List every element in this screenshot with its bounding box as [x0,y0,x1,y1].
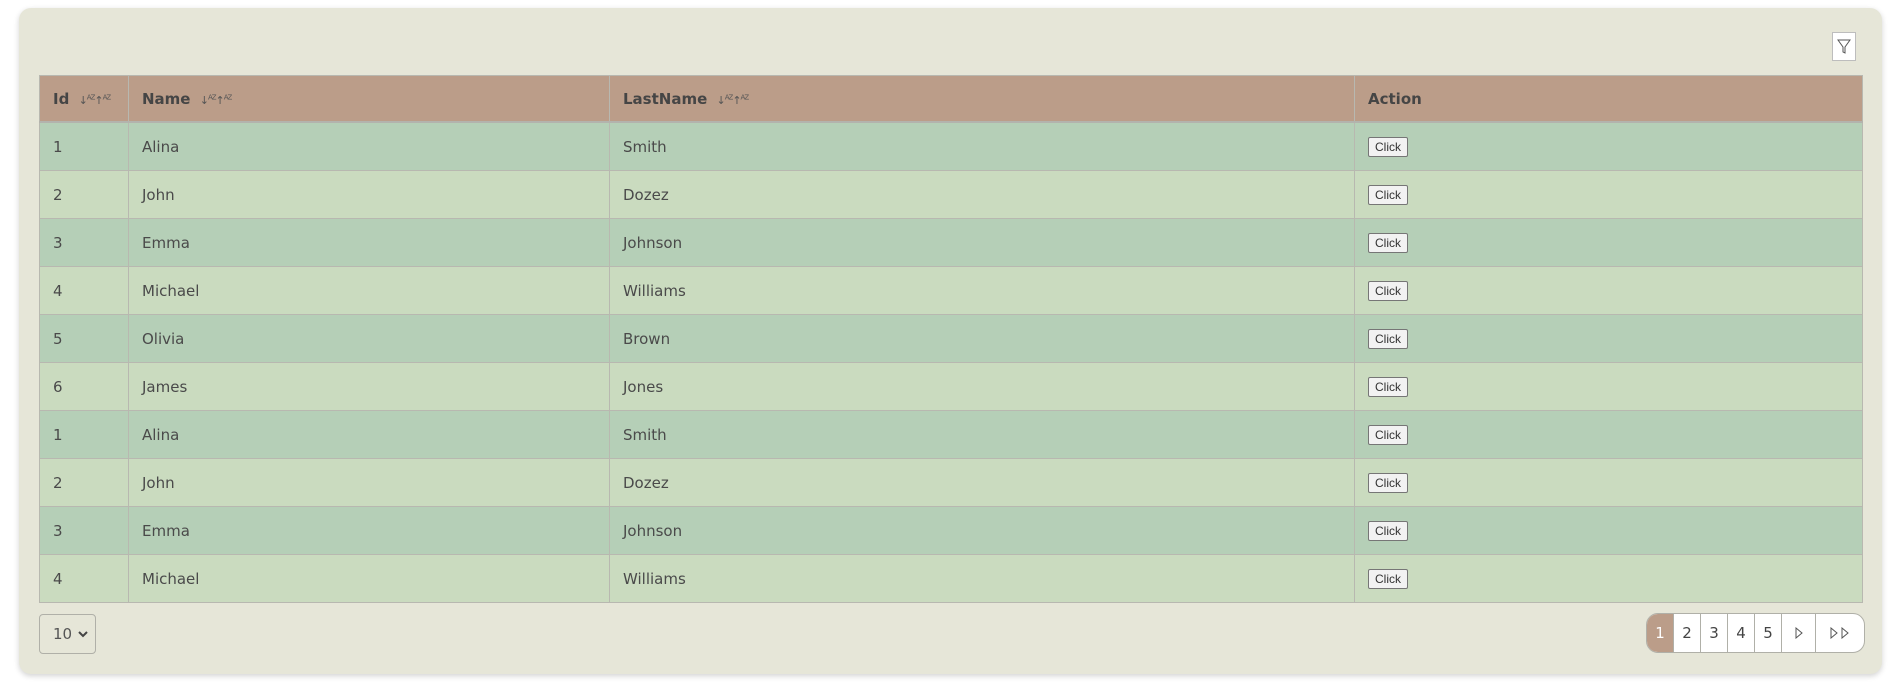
column-header-name[interactable]: Name ↓AZ↑AZ [128,75,610,123]
table-card: Id ↓AZ↑AZ Name ↓AZ↑AZ LastName ↓AZ↑AZ Ac… [19,8,1882,674]
cell-id: 6 [39,362,129,411]
table-row: 4 Michael Williams Click [39,266,1863,315]
cell-id: 2 [39,170,129,219]
column-label: Action [1368,89,1422,108]
funnel-icon [1837,39,1851,54]
table-row: 2 John Dozez Click [39,170,1863,219]
click-button[interactable]: Click [1368,232,1408,253]
chevron-down-icon [78,631,88,638]
column-label: LastName [623,89,708,108]
page-size-select[interactable]: 10 [39,614,96,654]
cell-name: Olivia [128,314,610,363]
cell-action: Click [1354,410,1863,459]
cell-id: 3 [39,506,129,555]
cell-lastname: Johnson [609,218,1355,267]
table-row: 1 Alina Smith Click [39,410,1863,459]
click-button[interactable]: Click [1368,568,1408,589]
page-button-1[interactable]: 1 [1647,614,1674,652]
table-row: 2 John Dozez Click [39,458,1863,507]
table-row: 5 Olivia Brown Click [39,314,1863,363]
click-button[interactable]: Click [1368,184,1408,205]
click-button[interactable]: Click [1368,520,1408,541]
table-row: 4 Michael Williams Click [39,554,1863,603]
cell-name: Alina [128,121,610,171]
cell-lastname: Smith [609,410,1355,459]
data-table: Id ↓AZ↑AZ Name ↓AZ↑AZ LastName ↓AZ↑AZ Ac… [39,75,1863,603]
cell-lastname: Jones [609,362,1355,411]
pagination: 1 2 3 4 5 [1646,613,1865,653]
table-row: 1 Alina Smith Click [39,121,1863,171]
cell-action: Click [1354,266,1863,315]
cell-name: James [128,362,610,411]
cell-action: Click [1354,218,1863,267]
filter-button[interactable] [1832,32,1856,61]
cell-lastname: Johnson [609,506,1355,555]
cell-lastname: Williams [609,554,1355,603]
click-button[interactable]: Click [1368,328,1408,349]
cell-id: 3 [39,218,129,267]
cell-action: Click [1354,170,1863,219]
column-header-id[interactable]: Id ↓AZ↑AZ [39,75,129,123]
column-label: Name [142,89,191,108]
cell-name: Alina [128,410,610,459]
table-row: 3 Emma Johnson Click [39,218,1863,267]
last-page-button[interactable] [1816,614,1864,652]
cell-name: Emma [128,218,610,267]
click-button[interactable]: Click [1368,136,1408,157]
cell-lastname: Brown [609,314,1355,363]
table-row: 3 Emma Johnson Click [39,506,1863,555]
cell-lastname: Williams [609,266,1355,315]
sort-icon[interactable]: ↓AZ↑AZ [79,93,112,107]
cell-id: 5 [39,314,129,363]
page-button-4[interactable]: 4 [1728,614,1755,652]
cell-name: Michael [128,554,610,603]
last-page-icon [1830,627,1849,639]
click-button[interactable]: Click [1368,280,1408,301]
sort-icon[interactable]: ↓AZ↑AZ [200,93,233,107]
cell-id: 1 [39,121,129,171]
cell-lastname: Dozez [609,170,1355,219]
next-icon [1795,627,1803,639]
cell-id: 4 [39,554,129,603]
page-size-value: 10 [53,625,73,643]
table-row: 6 James Jones Click [39,362,1863,411]
click-button[interactable]: Click [1368,424,1408,445]
page-button-2[interactable]: 2 [1674,614,1701,652]
click-button[interactable]: Click [1368,472,1408,493]
column-label: Id [53,89,70,108]
cell-action: Click [1354,362,1863,411]
cell-lastname: Smith [609,121,1355,171]
cell-name: Emma [128,506,610,555]
sort-icon[interactable]: ↓AZ↑AZ [717,93,750,107]
column-header-action: Action [1354,75,1863,123]
cell-id: 1 [39,410,129,459]
cell-id: 4 [39,266,129,315]
click-button[interactable]: Click [1368,376,1408,397]
cell-name: John [128,458,610,507]
column-header-lastname[interactable]: LastName ↓AZ↑AZ [609,75,1355,123]
page-button-5[interactable]: 5 [1755,614,1782,652]
table-header-row: Id ↓AZ↑AZ Name ↓AZ↑AZ LastName ↓AZ↑AZ Ac… [39,75,1863,123]
cell-action: Click [1354,554,1863,603]
cell-name: Michael [128,266,610,315]
next-page-button[interactable] [1782,614,1816,652]
cell-name: John [128,170,610,219]
cell-action: Click [1354,506,1863,555]
cell-action: Click [1354,458,1863,507]
cell-id: 2 [39,458,129,507]
cell-action: Click [1354,121,1863,171]
cell-lastname: Dozez [609,458,1355,507]
page-button-3[interactable]: 3 [1701,614,1728,652]
cell-action: Click [1354,314,1863,363]
